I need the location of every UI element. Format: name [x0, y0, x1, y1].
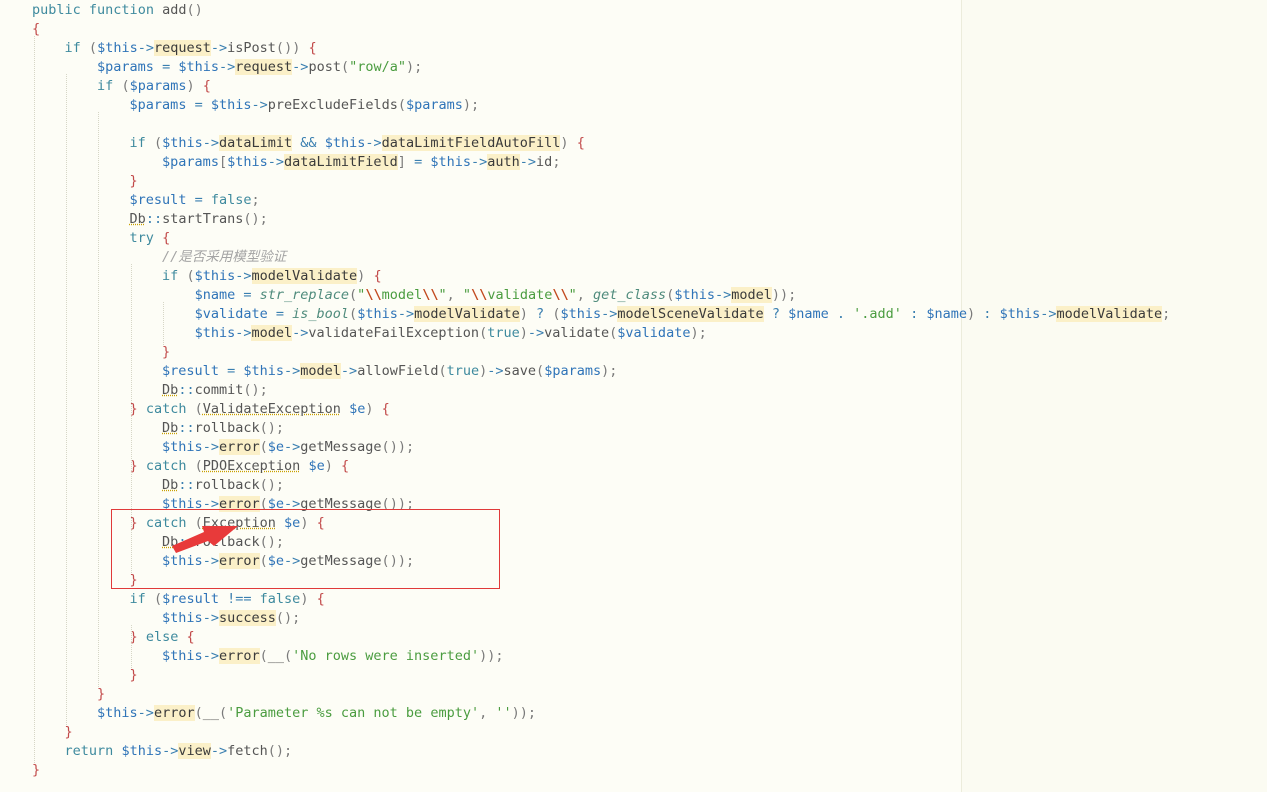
code-line[interactable]: $this->error(__('No rows were inserted')… — [32, 647, 504, 666]
code-line[interactable]: } else { — [32, 628, 195, 647]
code-line[interactable]: try { — [32, 229, 171, 248]
code-line[interactable]: $params = $this->request->post("row/a"); — [32, 58, 422, 77]
code-line[interactable]: $this->error($e->getMessage()); — [32, 438, 414, 457]
indent-guide — [162, 302, 164, 345]
code-line[interactable]: $result = $this->model->allowField(true)… — [32, 362, 617, 381]
code-line[interactable]: if ($params) { — [32, 77, 211, 96]
print-margin — [961, 0, 962, 792]
code-line[interactable]: } catch (PDOException $e) { — [32, 457, 350, 476]
right-panel — [962, 0, 1267, 792]
code-line[interactable]: } catch (ValidateException $e) { — [32, 400, 390, 419]
code-line[interactable]: } — [32, 723, 73, 742]
code-line[interactable]: //是否采用模型验证 — [32, 248, 286, 267]
code-line[interactable]: Db::startTrans(); — [32, 210, 268, 229]
code-line[interactable]: $this->model->validateFailException(true… — [32, 324, 707, 343]
code-line[interactable]: $this->error(__('Parameter %s can not be… — [32, 704, 536, 723]
indent-guide — [130, 625, 132, 668]
code-line[interactable]: } — [32, 172, 138, 191]
code-line[interactable]: } — [32, 685, 105, 704]
code-line[interactable]: Db::rollback(); — [32, 476, 284, 495]
code-line[interactable]: $params[$this->dataLimitField] = $this->… — [32, 153, 560, 172]
code-line[interactable]: $name = str_replace("\\model\\", "\\vali… — [32, 286, 796, 305]
code-line[interactable]: Db::commit(); — [32, 381, 268, 400]
code-line[interactable]: if ($this->dataLimit && $this->dataLimit… — [32, 134, 585, 153]
code-line[interactable]: } — [32, 343, 170, 362]
code-line[interactable]: public function add() — [32, 1, 203, 20]
code-line[interactable]: } — [32, 761, 40, 780]
code-line[interactable]: return $this->view->fetch(); — [32, 742, 292, 761]
code-line[interactable]: if ($result !== false) { — [32, 590, 325, 609]
indent-guide — [66, 74, 68, 725]
code-line[interactable]: Db::rollback(); — [32, 419, 284, 438]
indent-guide — [98, 112, 100, 687]
code-line[interactable]: $validate = is_bool($this->modelValidate… — [32, 305, 1170, 324]
code-line[interactable]: } — [32, 666, 138, 685]
code-line[interactable]: if ($this->modelValidate) { — [32, 267, 382, 286]
code-line[interactable]: $this->success(); — [32, 609, 300, 628]
code-line[interactable]: if ($this->request->isPost()) { — [32, 39, 317, 58]
indent-guide — [34, 36, 35, 763]
arrow-annotation — [172, 526, 238, 553]
